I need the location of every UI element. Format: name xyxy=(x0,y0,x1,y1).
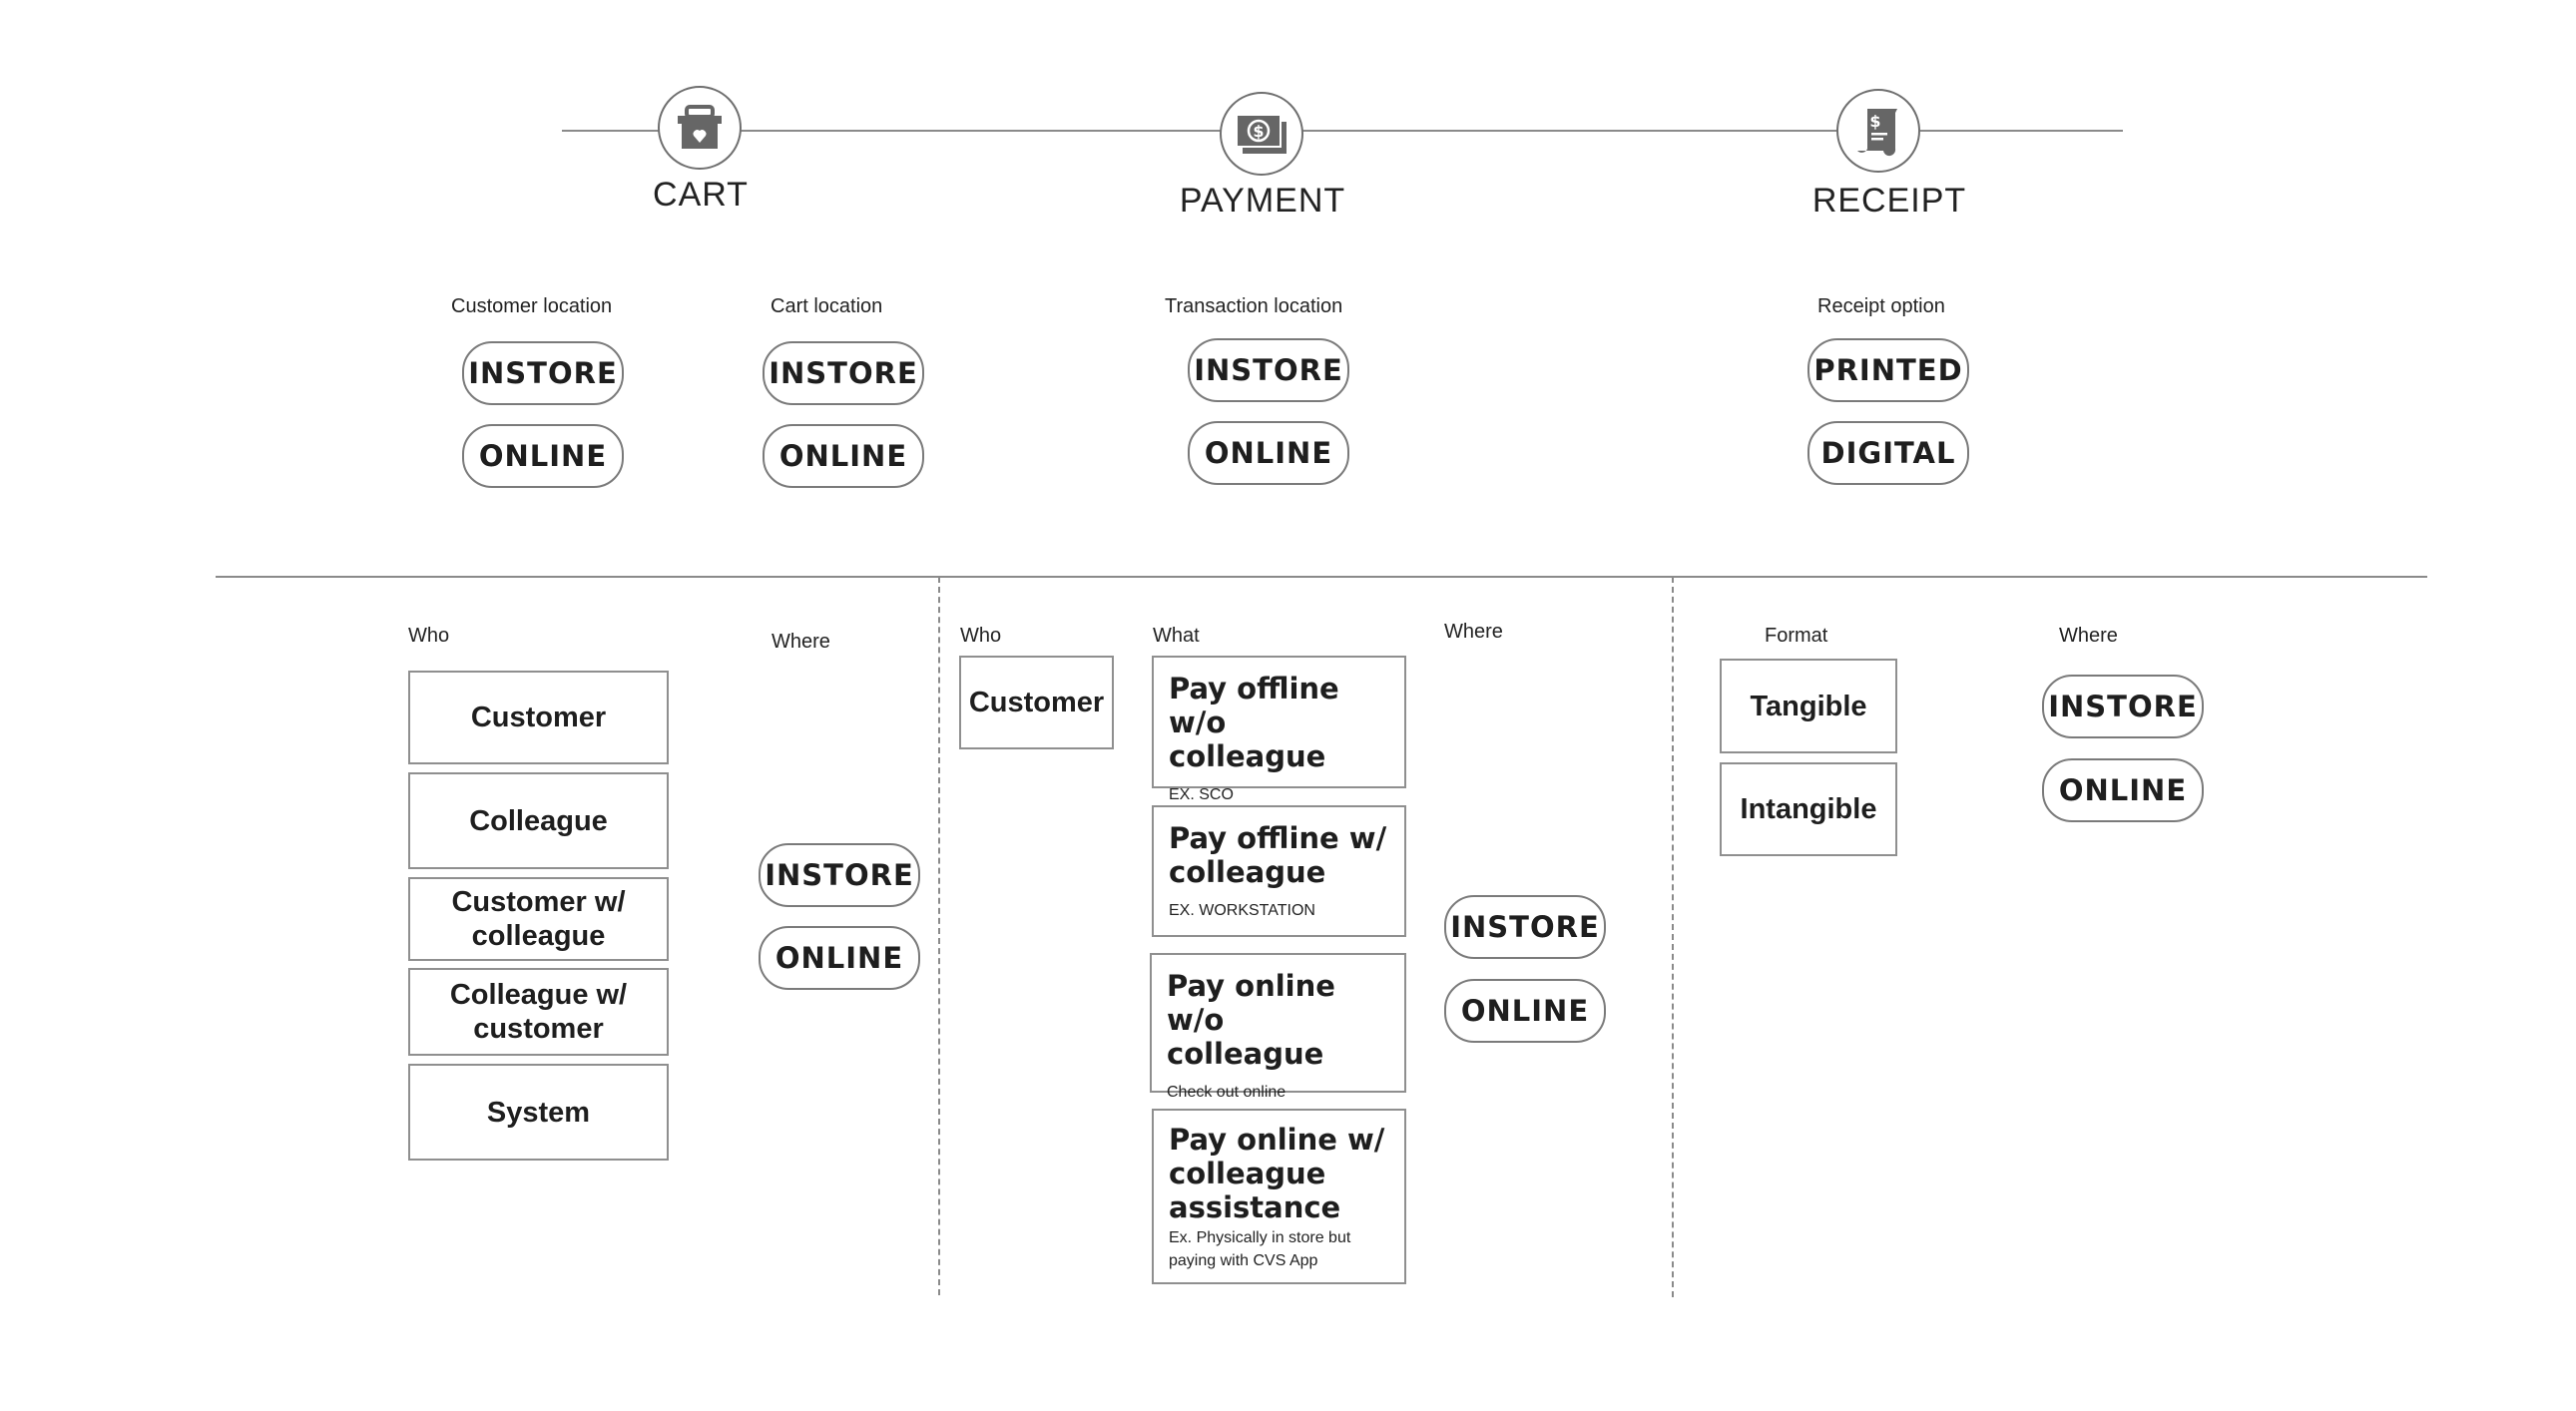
stage-label-payment: PAYMENT xyxy=(1179,182,1346,220)
what-subtitle: Ex. Physically in store but paying with … xyxy=(1169,1229,1351,1269)
receipt-option-label: Receipt option xyxy=(1817,295,1945,317)
cart-who-label: Who xyxy=(408,625,450,647)
payment-who-label: Who xyxy=(960,625,1002,647)
what-subtitle: EX. WORKSTATION xyxy=(1169,902,1315,919)
receipt-icon: $ xyxy=(1857,109,1897,157)
cart-location-label: Cart location xyxy=(771,295,883,317)
cart-where-instore-pill[interactable]: INSTORE xyxy=(759,843,920,907)
receipt-format-label: Format xyxy=(1765,625,1828,647)
receipt-where-online-pill[interactable]: ONLINE xyxy=(2042,758,2204,822)
payment-what-online-with-colleague-assistance[interactable]: Pay online w/ colleague assistance Ex. P… xyxy=(1152,1109,1406,1284)
cart-who-colleague-with-customer[interactable]: Colleague w/ customer xyxy=(408,968,669,1056)
what-title: Pay online w/ colleague assistance xyxy=(1169,1123,1385,1224)
what-title: Pay offline w/ colleague xyxy=(1169,821,1387,889)
receipt-format-intangible[interactable]: Intangible xyxy=(1720,762,1897,856)
transaction-location-label: Transaction location xyxy=(1165,295,1343,317)
payment-what-online-without-colleague[interactable]: Pay online w/o colleague Check out onlin… xyxy=(1150,953,1406,1101)
what-title: Pay online w/o colleague xyxy=(1167,969,1335,1071)
payment-what-offline-with-colleague[interactable]: Pay offline w/ colleague EX. WORKSTATION xyxy=(1152,805,1406,937)
what-subtitle: Check out online xyxy=(1167,1084,1287,1101)
receipt-printed-pill[interactable]: PRINTED xyxy=(1807,338,1969,402)
stage-receipt-node: $ xyxy=(1836,89,1920,173)
cart-where-label: Where xyxy=(772,631,830,653)
customer-location-label: Customer location xyxy=(451,295,613,317)
what-subtitle: EX. SCO xyxy=(1169,786,1234,803)
payment-what-offline-without-colleague[interactable]: Pay offline w/o colleague EX. SCO xyxy=(1152,656,1406,803)
payment-where-online-pill[interactable]: ONLINE xyxy=(1444,979,1606,1043)
receipt-digital-pill[interactable]: DIGITAL xyxy=(1807,421,1969,485)
svg-text:$: $ xyxy=(1253,122,1264,141)
stage-label-cart: CART xyxy=(653,176,749,214)
receipt-where-instore-pill[interactable]: INSTORE xyxy=(2042,675,2204,738)
cart-who-system[interactable]: System xyxy=(408,1064,669,1161)
customer-location-instore-pill[interactable]: INSTORE xyxy=(462,341,624,405)
customer-location-online-pill[interactable]: ONLINE xyxy=(462,424,624,488)
cart-who-colleague[interactable]: Colleague xyxy=(408,772,669,869)
payment-where-instore-pill[interactable]: INSTORE xyxy=(1444,895,1606,959)
cash-icon: $ xyxy=(1236,114,1287,154)
cart-who-customer[interactable]: Customer xyxy=(408,671,669,764)
payment-what-label: What xyxy=(1153,625,1200,647)
receipt-where-label: Where xyxy=(2059,625,2118,647)
cart-who-customer-with-colleague[interactable]: Customer w/ colleague xyxy=(408,877,669,961)
payment-who-customer[interactable]: Customer xyxy=(959,656,1114,749)
basket-heart-icon xyxy=(678,105,722,149)
payment-receipt-divider xyxy=(1672,577,1674,1297)
payment-where-label: Where xyxy=(1444,621,1503,643)
transaction-location-online-pill[interactable]: ONLINE xyxy=(1188,421,1349,485)
cart-location-instore-pill[interactable]: INSTORE xyxy=(763,341,924,405)
svg-text:$: $ xyxy=(1869,112,1880,131)
section-divider xyxy=(216,576,2427,578)
stage-cart-node xyxy=(658,86,742,170)
cart-location-online-pill[interactable]: ONLINE xyxy=(763,424,924,488)
what-title: Pay offline w/o colleague xyxy=(1169,672,1339,773)
receipt-format-tangible[interactable]: Tangible xyxy=(1720,659,1897,753)
stage-label-receipt: RECEIPT xyxy=(1811,182,1967,220)
stage-payment-node: $ xyxy=(1220,92,1303,176)
cart-where-online-pill[interactable]: ONLINE xyxy=(759,926,920,990)
transaction-location-instore-pill[interactable]: INSTORE xyxy=(1188,338,1349,402)
cart-payment-divider xyxy=(938,577,940,1295)
